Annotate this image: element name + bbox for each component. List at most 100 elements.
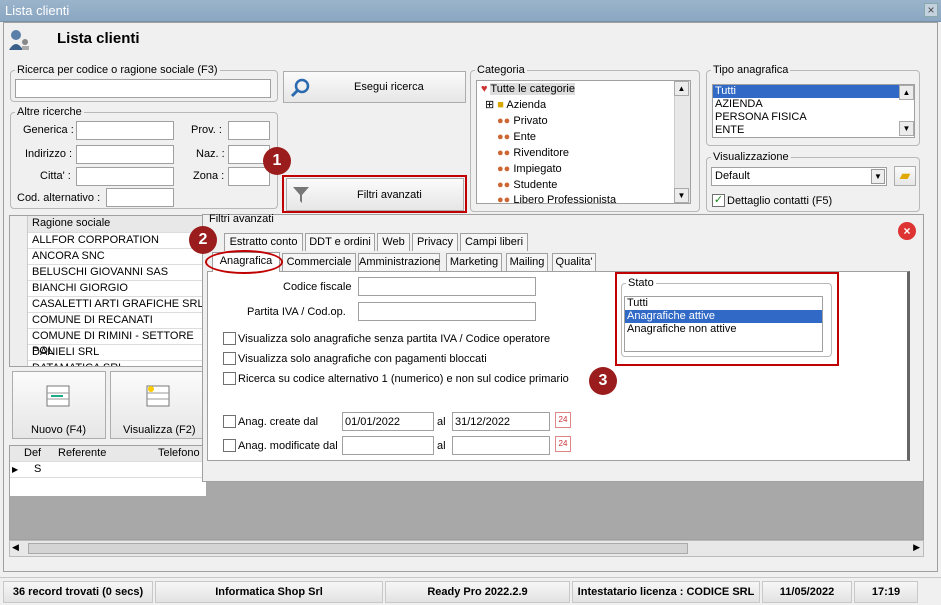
col-def[interactable]: Def bbox=[24, 446, 41, 461]
tab-amministrazione[interactable]: Amministrazione bbox=[358, 253, 440, 271]
tab-web[interactable]: Web bbox=[377, 233, 410, 251]
close-icon[interactable]: × bbox=[924, 3, 938, 17]
tab-marketing[interactable]: Marketing bbox=[446, 253, 502, 271]
new-button-label: Nuovo (F4) bbox=[31, 424, 87, 436]
tree-node-rivenditore[interactable]: ●● Rivenditore bbox=[495, 147, 569, 160]
scroll-up-icon[interactable]: ▲ bbox=[899, 85, 914, 100]
scroll-thumb[interactable] bbox=[28, 543, 688, 554]
table-row[interactable]: ANCORA SNC bbox=[10, 249, 204, 265]
calendar-icon[interactable]: 24 bbox=[555, 436, 571, 452]
tipo-item[interactable]: ENTE bbox=[713, 124, 914, 137]
chk-codice-alternativo[interactable] bbox=[223, 372, 236, 385]
prov-input[interactable] bbox=[228, 121, 270, 140]
view-button[interactable]: Visualizza (F2) bbox=[110, 371, 204, 439]
window-titlebar: Lista clienti bbox=[0, 0, 941, 22]
chk-senza-piva[interactable] bbox=[223, 332, 236, 345]
tab-privacy[interactable]: Privacy bbox=[412, 233, 458, 251]
new-button[interactable]: Nuovo (F4) bbox=[12, 371, 106, 439]
ragione-sociale-header[interactable]: Ragione sociale bbox=[32, 216, 110, 231]
calendar-icon[interactable]: 24 bbox=[555, 412, 571, 428]
table-row[interactable]: COMUNE DI RECANATI bbox=[10, 313, 204, 329]
partita-iva-input[interactable] bbox=[358, 302, 536, 321]
new-record-icon bbox=[46, 385, 70, 407]
tipo-item[interactable]: PERSONA FISICA bbox=[713, 111, 914, 124]
search-input[interactable] bbox=[15, 79, 271, 98]
scroll-up-icon[interactable]: ▲ bbox=[674, 81, 689, 96]
scroll-right-icon[interactable]: ▶ bbox=[913, 542, 920, 553]
chevron-down-icon[interactable]: ▼ bbox=[871, 169, 885, 184]
other-legend: Altre ricerche bbox=[17, 106, 82, 118]
visualizzazione-select[interactable]: Default ▼ bbox=[711, 167, 887, 186]
client-name-cell: CASALETTI ARTI GRAFICHE SRL bbox=[32, 298, 204, 310]
tab-qualita[interactable]: Qualita' bbox=[552, 253, 596, 271]
citta-input[interactable] bbox=[76, 167, 174, 186]
table-row[interactable]: BIANCHI GIORGIO bbox=[10, 281, 204, 297]
modified-to-input[interactable] bbox=[452, 436, 550, 455]
contacts-row[interactable]: ▶ S bbox=[10, 462, 206, 478]
clients-grid[interactable]: Ragione sociale ALLFOR CORPORATION ANCORA… bbox=[9, 215, 205, 367]
category-scrollbar[interactable] bbox=[674, 81, 690, 203]
al-label: al bbox=[437, 440, 446, 452]
category-root[interactable]: ♥ Tutte le categorie bbox=[479, 83, 575, 97]
create-label: Anag. create dal bbox=[238, 416, 319, 428]
visualizzazione-value: Default bbox=[715, 170, 750, 182]
dettaglio-checkbox[interactable]: ✓ bbox=[712, 194, 725, 207]
tipo-item[interactable]: AZIENDA bbox=[713, 98, 914, 111]
row-pointer-icon: ▶ bbox=[12, 465, 19, 474]
table-row[interactable]: ALLFOR CORPORATION bbox=[10, 233, 204, 249]
tree-node-impiegato[interactable]: ●● Impiegato bbox=[495, 163, 562, 176]
expand-icon[interactable]: ⊞ bbox=[485, 99, 494, 111]
dettaglio-label: Dettaglio contatti (F5) bbox=[727, 195, 833, 207]
chk-create[interactable] bbox=[223, 415, 236, 428]
tree-node-studente[interactable]: ●● Studente bbox=[495, 179, 557, 192]
table-row[interactable]: CASALETTI ARTI GRAFICHE SRL bbox=[10, 297, 204, 313]
chk-modificate[interactable] bbox=[223, 439, 236, 452]
tree-node-ente[interactable]: ●● Ente bbox=[495, 131, 536, 144]
tipo-item[interactable]: Tutti bbox=[713, 85, 899, 98]
contacts-header: Def Referente Telefono bbox=[10, 446, 206, 462]
table-row[interactable]: BELUSCHI GIOVANNI SAS bbox=[10, 265, 204, 281]
window-title: Lista clienti bbox=[5, 3, 70, 18]
scroll-down-icon[interactable]: ▼ bbox=[899, 121, 914, 136]
zona-label: Zona : bbox=[193, 170, 225, 182]
generica-label: Generica : bbox=[23, 124, 74, 136]
tab-commerciale[interactable]: Commerciale bbox=[282, 253, 356, 271]
codalt-input[interactable] bbox=[106, 188, 174, 207]
table-row[interactable]: DATAMATICA SRL bbox=[10, 361, 204, 366]
generica-input[interactable] bbox=[76, 121, 174, 140]
table-row[interactable]: DANIELI SRL bbox=[10, 345, 204, 361]
chk-pagamenti-bloccati-label: Visualizza solo anagrafiche con pagament… bbox=[238, 353, 487, 365]
tab-estratto-conto[interactable]: Estratto conto bbox=[224, 233, 303, 251]
modified-from-input[interactable] bbox=[342, 436, 434, 455]
tab-ddt-ordini[interactable]: DDT e ordini bbox=[305, 233, 375, 251]
status-bar: 36 record trovati (0 secs) Informatica S… bbox=[0, 577, 941, 605]
client-name-cell: COMUNE DI RECANATI bbox=[32, 314, 153, 326]
codice-fiscale-input[interactable] bbox=[358, 277, 536, 296]
table-row[interactable]: COMUNE DI RIMINI - SETTORE POL bbox=[10, 329, 204, 357]
tab-campi-liberi[interactable]: Campi liberi bbox=[460, 233, 528, 251]
create-to-input[interactable] bbox=[452, 412, 550, 431]
chk-senza-piva-label: Visualizza solo anagrafiche senza partit… bbox=[238, 333, 551, 345]
scroll-down-icon[interactable]: ▼ bbox=[674, 188, 689, 203]
view-record-icon bbox=[146, 385, 170, 407]
scroll-left-icon[interactable]: ◀ bbox=[12, 542, 19, 553]
tab-mailing[interactable]: Mailing bbox=[506, 253, 548, 271]
col-telefono[interactable]: Telefono bbox=[158, 446, 200, 461]
citta-label: Citta' : bbox=[40, 170, 71, 182]
tree-node-libero[interactable]: ●● Libero Professionista bbox=[495, 194, 616, 203]
col-referente[interactable]: Referente bbox=[58, 446, 106, 461]
prov-label: Prov. : bbox=[191, 124, 222, 136]
close-panel-icon[interactable]: × bbox=[898, 222, 916, 240]
horizontal-scrollbar[interactable]: ◀ ▶ bbox=[9, 540, 924, 557]
create-from-input[interactable] bbox=[342, 412, 434, 431]
tipo-list[interactable]: Tutti AZIENDA PERSONA FISICA ENTE bbox=[712, 84, 915, 138]
folder-button[interactable]: ▰ bbox=[894, 166, 916, 186]
indirizzo-input[interactable] bbox=[76, 145, 174, 164]
category-tree[interactable]: ♥ Tutte le categorie ⊞ ■ Azienda ●● Priv… bbox=[476, 80, 691, 204]
zona-input[interactable] bbox=[228, 167, 270, 186]
tree-node-privato[interactable]: ●● Privato bbox=[495, 115, 548, 128]
search-button[interactable]: Esegui ricerca bbox=[283, 71, 466, 103]
chk-pagamenti-bloccati[interactable] bbox=[223, 352, 236, 365]
page-title: Lista clienti bbox=[57, 30, 140, 47]
tree-node-azienda[interactable]: ⊞ ■ Azienda bbox=[483, 99, 546, 112]
